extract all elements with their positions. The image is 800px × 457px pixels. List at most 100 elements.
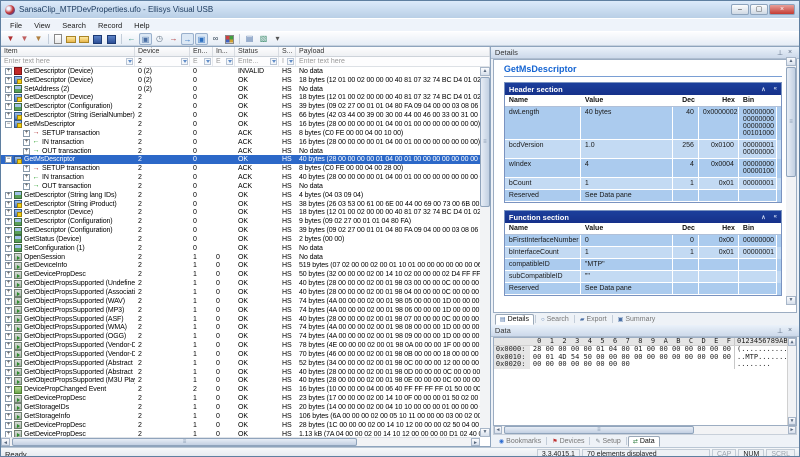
pin-icon[interactable]: ⊥	[775, 327, 785, 335]
table-row[interactable]: +GetObjectPropsSupported (Associati...21…	[1, 288, 485, 297]
pin-icon[interactable]: «	[774, 86, 777, 92]
expand-toggle-icon[interactable]: +	[5, 86, 12, 93]
save-all-icon[interactable]	[107, 35, 116, 44]
table-row[interactable]: −GetMsDescriptor20OKHS40 bytes (28 00 00…	[1, 155, 485, 164]
detail-row[interactable]: compatibleID"MTP"	[505, 259, 781, 271]
table-row[interactable]: +GetStorageInfo210OKHS106 bytes (6A 00 0…	[1, 412, 485, 421]
close-button[interactable]: ×	[769, 4, 795, 15]
table-row[interactable]: +GetDevicePropDesc210OKHS28 bytes (1C 00…	[1, 421, 485, 430]
section-header[interactable]: Function section∧«	[505, 211, 781, 223]
hex-row[interactable]: 0x0000:28 00 00 00 00 01 04 00 01 00 00 …	[494, 346, 796, 353]
menu-item-help[interactable]: Help	[129, 20, 154, 31]
expand-toggle-icon[interactable]: +	[5, 386, 12, 393]
scrollbar-thumb[interactable]: ≡	[480, 77, 490, 207]
table-row[interactable]: +GetDescriptor (Device)20OKHS18 bytes (1…	[1, 209, 485, 218]
detail-row[interactable]: ReservedSee Data pane	[505, 190, 781, 202]
record-filter-icon[interactable]: ▼	[4, 33, 17, 45]
expand-toggle-icon[interactable]: +	[5, 112, 12, 119]
table-row[interactable]: +GetDescriptor (Configuration)20OKHS9 by…	[1, 217, 485, 226]
open-file-icon[interactable]	[66, 36, 76, 43]
table-row[interactable]: +SetConfiguration (1)20OKHSNo data	[1, 244, 485, 253]
scroll-up-icon[interactable]: ▲	[480, 67, 490, 76]
jump-icon[interactable]: →	[167, 33, 180, 45]
scroll-down-icon[interactable]: ▼	[786, 296, 796, 305]
expand-toggle-icon[interactable]: +	[5, 404, 12, 411]
expand-toggle-icon[interactable]: +	[5, 289, 12, 296]
tab-summary[interactable]: ▣Summary	[614, 314, 660, 325]
filter-device[interactable]: 2	[135, 57, 190, 66]
tab-details[interactable]: ▤Details	[495, 314, 534, 325]
column-header-en[interactable]: En...	[190, 47, 213, 56]
scroll-down-icon[interactable]: ▼	[480, 428, 490, 437]
detail-row[interactable]: dwLength40 bytes400x0000002800000000 000…	[505, 107, 781, 140]
close-panel-icon[interactable]: ×	[785, 327, 795, 334]
scrollbar-thumb[interactable]: ≡	[12, 438, 357, 446]
settings-icon[interactable]: ▤	[243, 33, 256, 45]
filter-en[interactable]: E	[190, 57, 213, 66]
menu-item-view[interactable]: View	[29, 20, 55, 31]
table-row[interactable]: +GetObjectPropsSupported (Vendor-D...210…	[1, 341, 485, 350]
table-row[interactable]: −GetMsDescriptor20OKHS16 bytes (28 00 00…	[1, 120, 485, 129]
table-row[interactable]: +GetObjectPropsSupported (WAV)210OKHS74 …	[1, 297, 485, 306]
detail-row[interactable]: bFirstInterfaceNumber000x0000000000	[505, 235, 781, 247]
scrollbar-thumb[interactable]: ≡	[504, 426, 694, 434]
tab-setup[interactable]: ✎Setup	[591, 436, 624, 447]
list-vertical-scrollbar[interactable]: ▲ ≡ ▼	[480, 67, 490, 437]
table-row[interactable]: +→SETUP transaction20ACKHS8 bytes (C0 FE…	[1, 129, 485, 138]
column-header-item[interactable]: Item	[1, 47, 135, 56]
detail-row[interactable]: bcdVersion1.02560x010000000001 00000000	[505, 140, 781, 159]
table-row[interactable]: +GetDescriptor (Device)20OKHS18 bytes (1…	[1, 94, 485, 103]
export-icon[interactable]: ▧	[257, 33, 270, 45]
tab-devices[interactable]: ⚑Devices	[548, 436, 588, 447]
filter-funnel-icon[interactable]	[226, 58, 233, 65]
tab-search[interactable]: ○Search	[537, 314, 573, 325]
expand-toggle-icon[interactable]: +	[23, 139, 30, 146]
filter-funnel-icon[interactable]	[204, 58, 211, 65]
details-vertical-scrollbar[interactable]: ▲ ≡ ▼	[786, 57, 796, 305]
hex-vertical-scrollbar[interactable]: ▲ ▼	[787, 338, 796, 425]
table-row[interactable]: +GetDevicePropDesc210OKHS23 bytes (17 00…	[1, 394, 485, 403]
column-header-device[interactable]: Device	[135, 47, 190, 56]
table-row[interactable]: +GetDescriptor (String iProduct)20OKHS38…	[1, 200, 485, 209]
expand-toggle-icon[interactable]: +	[5, 413, 12, 420]
expand-toggle-icon[interactable]: +	[5, 209, 12, 216]
table-row[interactable]: +GetObjectPropsSupported (M3U Playl...21…	[1, 377, 485, 386]
expand-toggle-icon[interactable]: +	[23, 148, 30, 155]
table-row[interactable]: +GetObjectPropsSupported (OGG)210OKHS74 …	[1, 332, 485, 341]
tab-export[interactable]: ▰Export	[576, 314, 611, 325]
expand-toggle-icon[interactable]: +	[5, 236, 12, 243]
expand-toggle-icon[interactable]: +	[5, 94, 12, 101]
expand-toggle-icon[interactable]: +	[5, 422, 12, 429]
table-row[interactable]: +GetObjectPropsSupported (MP3)210OKHS74 …	[1, 306, 485, 315]
detail-row[interactable]: bCount110x0100000001	[505, 178, 781, 190]
expand-toggle-icon[interactable]: +	[23, 165, 30, 172]
collapse-icon[interactable]: ∧	[761, 86, 765, 93]
import-icon[interactable]	[79, 36, 89, 43]
record-filter-add-icon[interactable]: ▼	[18, 33, 31, 45]
filter-funnel-icon[interactable]	[287, 58, 294, 65]
filter-funnel-icon[interactable]	[181, 58, 188, 65]
filter-text-status[interactable]: Ente...	[238, 58, 270, 65]
table-row[interactable]: +GetObjectPropsSupported (WMA)210OKHS74 …	[1, 323, 485, 332]
expand-toggle-icon[interactable]: +	[5, 395, 12, 402]
scroll-up-icon[interactable]: ▲	[786, 57, 796, 66]
filter-funnel-icon[interactable]	[270, 58, 277, 65]
filter-text-en[interactable]: E	[193, 58, 204, 65]
column-header-s[interactable]: S...	[279, 47, 296, 56]
list-horizontal-scrollbar[interactable]: ◄ ≡ ►	[1, 437, 480, 446]
hex-horizontal-scrollbar[interactable]: ◄ ≡ ►	[493, 426, 797, 435]
detail-row[interactable]: subCompatibleID""	[505, 271, 781, 283]
filter-s[interactable]: I	[279, 57, 296, 66]
pin-icon[interactable]: ⊥	[775, 49, 785, 57]
table-row[interactable]: +GetStatus (Device)20OKHS2 bytes (00 00)	[1, 235, 485, 244]
expand-toggle-icon[interactable]: +	[5, 280, 12, 287]
new-file-icon[interactable]	[54, 34, 62, 44]
tab-data[interactable]: ⇄Data	[628, 436, 660, 447]
table-row[interactable]: +SetAddress (2)0 (2)0OKHSNo data	[1, 85, 485, 94]
table-row[interactable]: +→OUT transaction20ACKHSNo data	[1, 147, 485, 156]
table-row[interactable]: +GetDescriptor (Device)0 (2)0OKHS18 byte…	[1, 76, 485, 85]
filter-text-in[interactable]: E	[216, 58, 226, 65]
filter-text-device[interactable]: 2	[138, 58, 181, 65]
expand-toggle-icon[interactable]: +	[5, 298, 12, 305]
menu-item-record[interactable]: Record	[93, 20, 127, 31]
